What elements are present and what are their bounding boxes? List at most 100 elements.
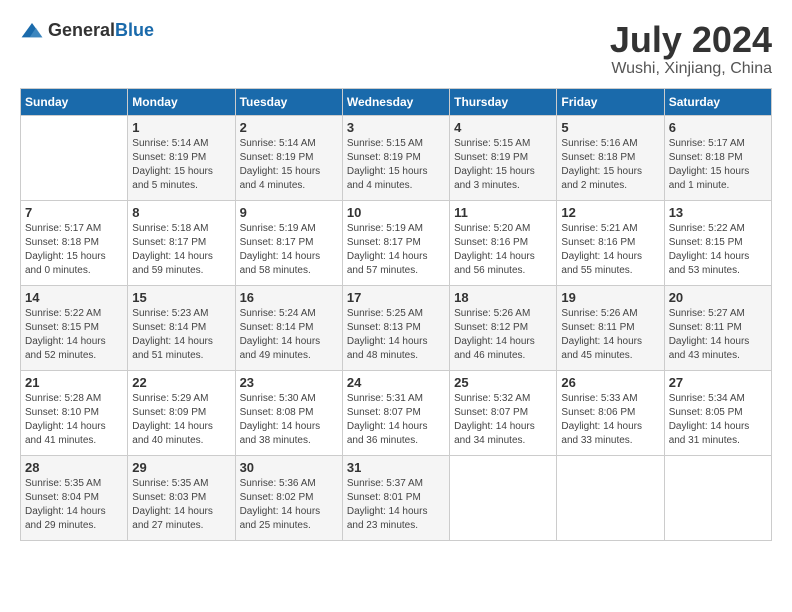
day-number: 19 [561, 290, 659, 305]
day-number: 5 [561, 120, 659, 135]
calendar-cell: 13 Sunrise: 5:22 AM Sunset: 8:15 PM Dayli… [664, 200, 771, 285]
day-info: Sunrise: 5:28 AM Sunset: 8:10 PM Dayligh… [25, 392, 123, 448]
day-number: 10 [347, 205, 445, 220]
day-info: Sunrise: 5:17 AM Sunset: 8:18 PM Dayligh… [25, 222, 123, 278]
day-info: Sunrise: 5:14 AM Sunset: 8:19 PM Dayligh… [132, 137, 230, 193]
calendar-cell [450, 455, 557, 540]
calendar-cell: 22Sunrise: 5:29 AM Sunset: 8:09 PM Dayli… [128, 370, 235, 455]
day-number: 25 [454, 375, 552, 390]
calendar-cell: 14 Sunrise: 5:22 AM Sunset: 8:15 PM Dayli… [21, 285, 128, 370]
day-info: Sunrise: 5:17 AM Sunset: 8:18 PM Dayligh… [669, 137, 767, 193]
day-info: Sunrise: 5:33 AM Sunset: 8:06 PM Dayligh… [561, 392, 659, 448]
day-number: 17 [347, 290, 445, 305]
day-number: 14 [25, 290, 123, 305]
calendar-week-row: 7Sunrise: 5:17 AM Sunset: 8:18 PM Daylig… [21, 200, 772, 285]
calendar-cell: 9Sunrise: 5:19 AM Sunset: 8:17 PM Daylig… [235, 200, 342, 285]
calendar-cell: 26 Sunrise: 5:33 AM Sunset: 8:06 PM Dayli… [557, 370, 664, 455]
title-block: July 2024 Wushi, Xinjiang, China [610, 20, 772, 78]
calendar-cell: 18Sunrise: 5:26 AM Sunset: 8:12 PM Dayli… [450, 285, 557, 370]
logo-icon [20, 21, 44, 41]
page-header: GeneralBlue July 2024 Wushi, Xinjiang, C… [20, 20, 772, 78]
calendar-cell: 7Sunrise: 5:17 AM Sunset: 8:18 PM Daylig… [21, 200, 128, 285]
weekday-header: Tuesday [235, 88, 342, 115]
day-info: Sunrise: 5:29 AM Sunset: 8:09 PM Dayligh… [132, 392, 230, 448]
calendar-cell [557, 455, 664, 540]
calendar-cell: 6 Sunrise: 5:17 AM Sunset: 8:18 PM Daylig… [664, 115, 771, 200]
calendar-cell: 19 Sunrise: 5:26 AM Sunset: 8:11 PM Dayli… [557, 285, 664, 370]
day-info: Sunrise: 5:25 AM Sunset: 8:13 PM Dayligh… [347, 307, 445, 363]
day-number: 13 [669, 205, 767, 220]
calendar-week-row: 1 Sunrise: 5:14 AM Sunset: 8:19 PM Daylig… [21, 115, 772, 200]
day-info: Sunrise: 5:19 AM Sunset: 8:17 PM Dayligh… [240, 222, 338, 278]
day-number: 3 [347, 120, 445, 135]
day-info: Sunrise: 5:22 AM Sunset: 8:15 PM Dayligh… [25, 307, 123, 363]
calendar-cell: 17 Sunrise: 5:25 AM Sunset: 8:13 PM Dayli… [342, 285, 449, 370]
day-info: Sunrise: 5:16 AM Sunset: 8:18 PM Dayligh… [561, 137, 659, 193]
day-info: Sunrise: 5:35 AM Sunset: 8:04 PM Dayligh… [25, 477, 123, 533]
location-title: Wushi, Xinjiang, China [610, 60, 772, 78]
day-number: 11 [454, 205, 552, 220]
weekday-header: Sunday [21, 88, 128, 115]
calendar-cell: 27Sunrise: 5:34 AM Sunset: 8:05 PM Dayli… [664, 370, 771, 455]
day-number: 6 [669, 120, 767, 135]
day-info: Sunrise: 5:21 AM Sunset: 8:16 PM Dayligh… [561, 222, 659, 278]
calendar-cell: 12 Sunrise: 5:21 AM Sunset: 8:16 PM Dayli… [557, 200, 664, 285]
day-info: Sunrise: 5:35 AM Sunset: 8:03 PM Dayligh… [132, 477, 230, 533]
calendar-cell: 31 Sunrise: 5:37 AM Sunset: 8:01 PM Dayli… [342, 455, 449, 540]
day-info: Sunrise: 5:19 AM Sunset: 8:17 PM Dayligh… [347, 222, 445, 278]
day-info: Sunrise: 5:15 AM Sunset: 8:19 PM Dayligh… [347, 137, 445, 193]
day-number: 29 [132, 460, 230, 475]
calendar-cell: 20Sunrise: 5:27 AM Sunset: 8:11 PM Dayli… [664, 285, 771, 370]
day-number: 16 [240, 290, 338, 305]
day-info: Sunrise: 5:27 AM Sunset: 8:11 PM Dayligh… [669, 307, 767, 363]
calendar-week-row: 21Sunrise: 5:28 AM Sunset: 8:10 PM Dayli… [21, 370, 772, 455]
day-number: 2 [240, 120, 338, 135]
calendar-cell: 15 Sunrise: 5:23 AM Sunset: 8:14 PM Dayli… [128, 285, 235, 370]
day-info: Sunrise: 5:31 AM Sunset: 8:07 PM Dayligh… [347, 392, 445, 448]
logo-general: General [48, 20, 115, 40]
calendar-table: SundayMondayTuesdayWednesdayThursdayFrid… [20, 88, 772, 541]
day-number: 30 [240, 460, 338, 475]
day-number: 8 [132, 205, 230, 220]
day-number: 15 [132, 290, 230, 305]
calendar-cell: 28 Sunrise: 5:35 AM Sunset: 8:04 PM Dayli… [21, 455, 128, 540]
day-info: Sunrise: 5:36 AM Sunset: 8:02 PM Dayligh… [240, 477, 338, 533]
day-info: Sunrise: 5:22 AM Sunset: 8:15 PM Dayligh… [669, 222, 767, 278]
day-info: Sunrise: 5:18 AM Sunset: 8:17 PM Dayligh… [132, 222, 230, 278]
day-info: Sunrise: 5:23 AM Sunset: 8:14 PM Dayligh… [132, 307, 230, 363]
day-number: 28 [25, 460, 123, 475]
calendar-cell: 10 Sunrise: 5:19 AM Sunset: 8:17 PM Dayli… [342, 200, 449, 285]
calendar-week-row: 14 Sunrise: 5:22 AM Sunset: 8:15 PM Dayli… [21, 285, 772, 370]
day-info: Sunrise: 5:37 AM Sunset: 8:01 PM Dayligh… [347, 477, 445, 533]
day-number: 1 [132, 120, 230, 135]
calendar-cell [21, 115, 128, 200]
day-info: Sunrise: 5:26 AM Sunset: 8:11 PM Dayligh… [561, 307, 659, 363]
month-title: July 2024 [610, 20, 772, 60]
day-info: Sunrise: 5:34 AM Sunset: 8:05 PM Dayligh… [669, 392, 767, 448]
weekday-header: Monday [128, 88, 235, 115]
day-number: 31 [347, 460, 445, 475]
calendar-cell: 3 Sunrise: 5:15 AM Sunset: 8:19 PM Daylig… [342, 115, 449, 200]
calendar-cell: 4Sunrise: 5:15 AM Sunset: 8:19 PM Daylig… [450, 115, 557, 200]
day-info: Sunrise: 5:26 AM Sunset: 8:12 PM Dayligh… [454, 307, 552, 363]
logo-blue: Blue [115, 20, 154, 40]
day-number: 24 [347, 375, 445, 390]
weekday-header: Friday [557, 88, 664, 115]
calendar-cell [664, 455, 771, 540]
calendar-cell: 5 Sunrise: 5:16 AM Sunset: 8:18 PM Daylig… [557, 115, 664, 200]
calendar-cell: 11 Sunrise: 5:20 AM Sunset: 8:16 PM Dayli… [450, 200, 557, 285]
day-info: Sunrise: 5:32 AM Sunset: 8:07 PM Dayligh… [454, 392, 552, 448]
weekday-header: Thursday [450, 88, 557, 115]
day-info: Sunrise: 5:20 AM Sunset: 8:16 PM Dayligh… [454, 222, 552, 278]
day-number: 26 [561, 375, 659, 390]
day-number: 4 [454, 120, 552, 135]
weekday-header-row: SundayMondayTuesdayWednesdayThursdayFrid… [21, 88, 772, 115]
calendar-cell: 21Sunrise: 5:28 AM Sunset: 8:10 PM Dayli… [21, 370, 128, 455]
weekday-header: Wednesday [342, 88, 449, 115]
calendar-cell: 25 Sunrise: 5:32 AM Sunset: 8:07 PM Dayli… [450, 370, 557, 455]
day-info: Sunrise: 5:24 AM Sunset: 8:14 PM Dayligh… [240, 307, 338, 363]
calendar-cell: 8 Sunrise: 5:18 AM Sunset: 8:17 PM Daylig… [128, 200, 235, 285]
calendar-cell: 23Sunrise: 5:30 AM Sunset: 8:08 PM Dayli… [235, 370, 342, 455]
day-number: 12 [561, 205, 659, 220]
calendar-cell: 16 Sunrise: 5:24 AM Sunset: 8:14 PM Dayli… [235, 285, 342, 370]
